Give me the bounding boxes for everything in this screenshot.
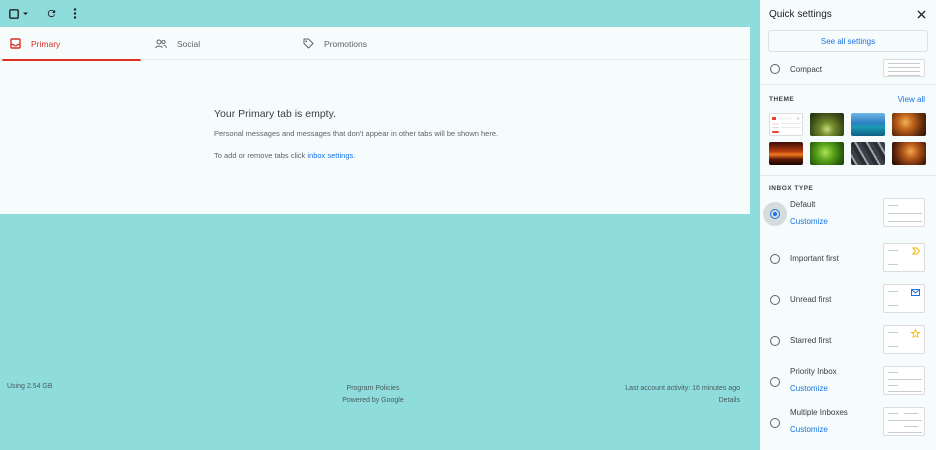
people-icon (155, 39, 167, 48)
default-customize-link[interactable]: Customize (790, 217, 828, 226)
mail-toolbar (0, 0, 750, 27)
envelope-icon (911, 289, 920, 296)
ocean-theme-thumbnail[interactable] (851, 113, 885, 136)
unread-first-label: Unread first (790, 295, 832, 304)
default-radio[interactable] (770, 209, 780, 219)
empty-state-description: Personal messages and messages that don'… (214, 129, 499, 138)
starred-first-radio[interactable] (770, 336, 780, 346)
tab-promotions[interactable]: Promotions (289, 27, 437, 60)
last-activity-text: Last account activity: 16 minutes ago (625, 385, 740, 392)
forest-theme-thumbnail[interactable] (810, 113, 844, 136)
compact-label: Compact (790, 65, 823, 74)
divider (760, 175, 936, 176)
priority-inbox-label: Priority Inbox (790, 367, 837, 376)
footer-activity: Last account activity: 16 minutes ago De… (625, 383, 740, 407)
green-leaf-theme-thumbnail[interactable] (810, 142, 844, 165)
pebbles-theme-thumbnail[interactable] (851, 142, 885, 165)
empty-hint-prefix: To add or remove tabs click (214, 151, 308, 160)
density-option-compact[interactable]: Compact (760, 58, 936, 84)
inbox-type-important-first[interactable]: Important first (760, 239, 936, 280)
more-options-button[interactable] (68, 4, 82, 24)
details-link[interactable]: Details (625, 395, 740, 407)
empty-state-title: Your Primary tab is empty. (214, 108, 336, 120)
unread-first-radio[interactable] (770, 295, 780, 305)
multiple-inboxes-preview (883, 407, 925, 436)
divider (760, 84, 936, 85)
inbox-icon (10, 38, 21, 49)
empty-state-hint: To add or remove tabs click inbox settin… (214, 151, 498, 160)
select-checkbox-icon (9, 8, 19, 19)
select-dropdown-icon (23, 12, 28, 15)
autumn-forest-theme-thumbnail[interactable] (892, 142, 926, 165)
multiple-inboxes-label: Multiple Inboxes (790, 408, 848, 417)
starred-first-label: Starred first (790, 336, 832, 345)
starred-first-preview (883, 325, 925, 354)
view-all-themes-link[interactable]: View all (898, 95, 925, 104)
inbox-type-multiple-inboxes[interactable]: Multiple Inboxes Customize (760, 403, 936, 444)
default-label: Default (790, 200, 816, 209)
compact-radio[interactable] (770, 64, 780, 74)
tab-primary[interactable]: Primary (2, 27, 141, 61)
tag-icon (303, 38, 314, 49)
more-vert-icon (73, 8, 77, 19)
empty-state: Your Primary tab is empty. Personal mess… (214, 108, 498, 173)
close-quick-settings-button[interactable] (917, 10, 926, 19)
quick-settings-panel: Quick settings See all settings Compact … (760, 0, 936, 450)
important-marker-icon (912, 247, 920, 255)
multiple-inboxes-radio[interactable] (770, 418, 780, 428)
inbox-type-priority-inbox[interactable]: Priority Inbox Customize (760, 362, 936, 403)
compact-preview (883, 59, 925, 77)
default-preview (883, 198, 925, 227)
priority-inbox-preview (883, 366, 925, 395)
priority-inbox-radio[interactable] (770, 377, 780, 387)
select-all-checkbox[interactable] (8, 4, 30, 24)
inbox-type-default[interactable]: Default Customize (760, 198, 936, 239)
inbox-type-unread-first[interactable]: Unread first (760, 280, 936, 321)
refresh-button[interactable] (40, 4, 62, 24)
inbox-settings-link[interactable]: inbox settings (307, 151, 353, 160)
see-all-settings-button[interactable]: See all settings (768, 30, 928, 52)
important-first-preview (883, 243, 925, 272)
quick-settings-header: Quick settings (760, 0, 936, 29)
important-first-label: Important first (790, 254, 839, 263)
theme-section-header: THEME View all (760, 95, 936, 104)
theme-grid (760, 104, 936, 165)
star-icon (911, 329, 920, 338)
sunset-theme-thumbnail[interactable] (769, 142, 803, 165)
refresh-icon (47, 9, 55, 18)
inbox-type-starred-first[interactable]: Starred first (760, 321, 936, 362)
default-theme-preview (772, 117, 801, 133)
inbox-type-label: INBOX TYPE (769, 185, 814, 192)
category-tabs: Primary Social Promotions (0, 27, 750, 61)
quick-settings-title: Quick settings (769, 9, 832, 20)
mail-list-panel: Primary Social Promotions Your Primary t… (0, 27, 750, 214)
default-theme-thumbnail[interactable] (769, 113, 803, 136)
multiple-inboxes-customize-link[interactable]: Customize (790, 425, 828, 434)
tab-promotions-label: Promotions (324, 38, 367, 49)
empty-hint-suffix: . (353, 151, 356, 160)
close-icon (917, 10, 926, 19)
unread-first-preview (883, 284, 925, 313)
theme-label: THEME (769, 96, 795, 103)
important-first-radio[interactable] (770, 254, 780, 264)
tab-social-label: Social (177, 38, 201, 49)
tab-primary-label: Primary (31, 38, 61, 49)
autumn-leaves-theme-thumbnail[interactable] (892, 113, 926, 136)
priority-inbox-customize-link[interactable]: Customize (790, 384, 828, 393)
tab-social[interactable]: Social (141, 27, 289, 60)
